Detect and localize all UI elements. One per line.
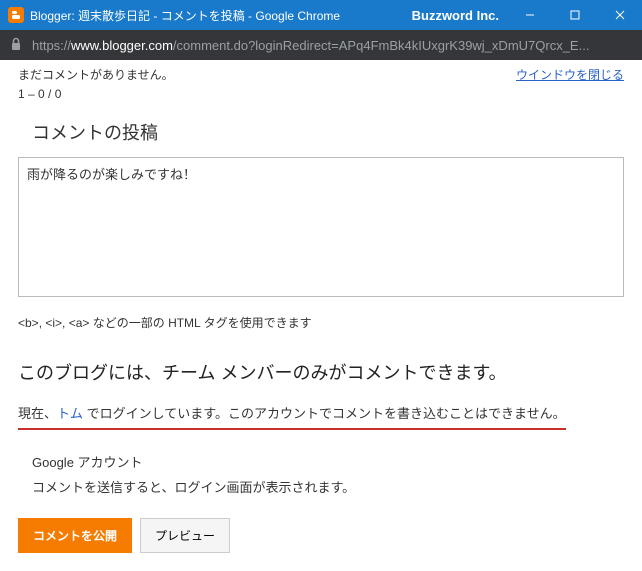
login-status-line: 現在、トム でログインしています。このアカウントでコメントを書き込むことはできま…	[18, 403, 566, 430]
window-title: Blogger: 週末散歩日記 - コメントを投稿 - Google Chrom…	[30, 7, 412, 24]
preview-button[interactable]: プレビュー	[140, 518, 230, 553]
publish-button[interactable]: コメントを公開	[18, 518, 132, 553]
close-window-link[interactable]: ウインドウを閉じる	[516, 66, 624, 83]
account-note: コメントを送信すると、ログイン画面が表示されます。	[32, 477, 624, 496]
comment-counter: 1 – 0 / 0	[18, 87, 624, 101]
minimize-button[interactable]	[507, 0, 552, 30]
comment-textarea[interactable]	[18, 157, 624, 297]
post-comment-heading: コメントの投稿	[32, 119, 624, 145]
user-link[interactable]: トム	[57, 406, 83, 421]
google-account-label: Google アカウント	[32, 452, 624, 471]
company-label: Buzzword Inc.	[412, 8, 499, 23]
window-titlebar: Blogger: 週末散歩日記 - コメントを投稿 - Google Chrom…	[0, 0, 642, 30]
page-content: まだコメントがありません。 ウインドウを閉じる 1 – 0 / 0 コメントの投…	[0, 60, 642, 571]
maximize-button[interactable]	[552, 0, 597, 30]
address-bar[interactable]: https://www.blogger.com/comment.do?login…	[0, 30, 642, 60]
account-block: Google アカウント コメントを送信すると、ログイン画面が表示されます。	[32, 452, 624, 496]
close-button[interactable]	[597, 0, 642, 30]
lock-icon	[10, 37, 22, 54]
no-comments-text: まだコメントがありません。	[18, 66, 174, 83]
restriction-message: このブログには、チーム メンバーのみがコメントできます。	[18, 359, 624, 385]
blogger-favicon	[8, 7, 24, 23]
url-text: https://www.blogger.com/comment.do?login…	[32, 38, 589, 53]
html-tags-hint: <b>, <i>, <a> などの一部の HTML タグを使用できます	[18, 314, 624, 331]
